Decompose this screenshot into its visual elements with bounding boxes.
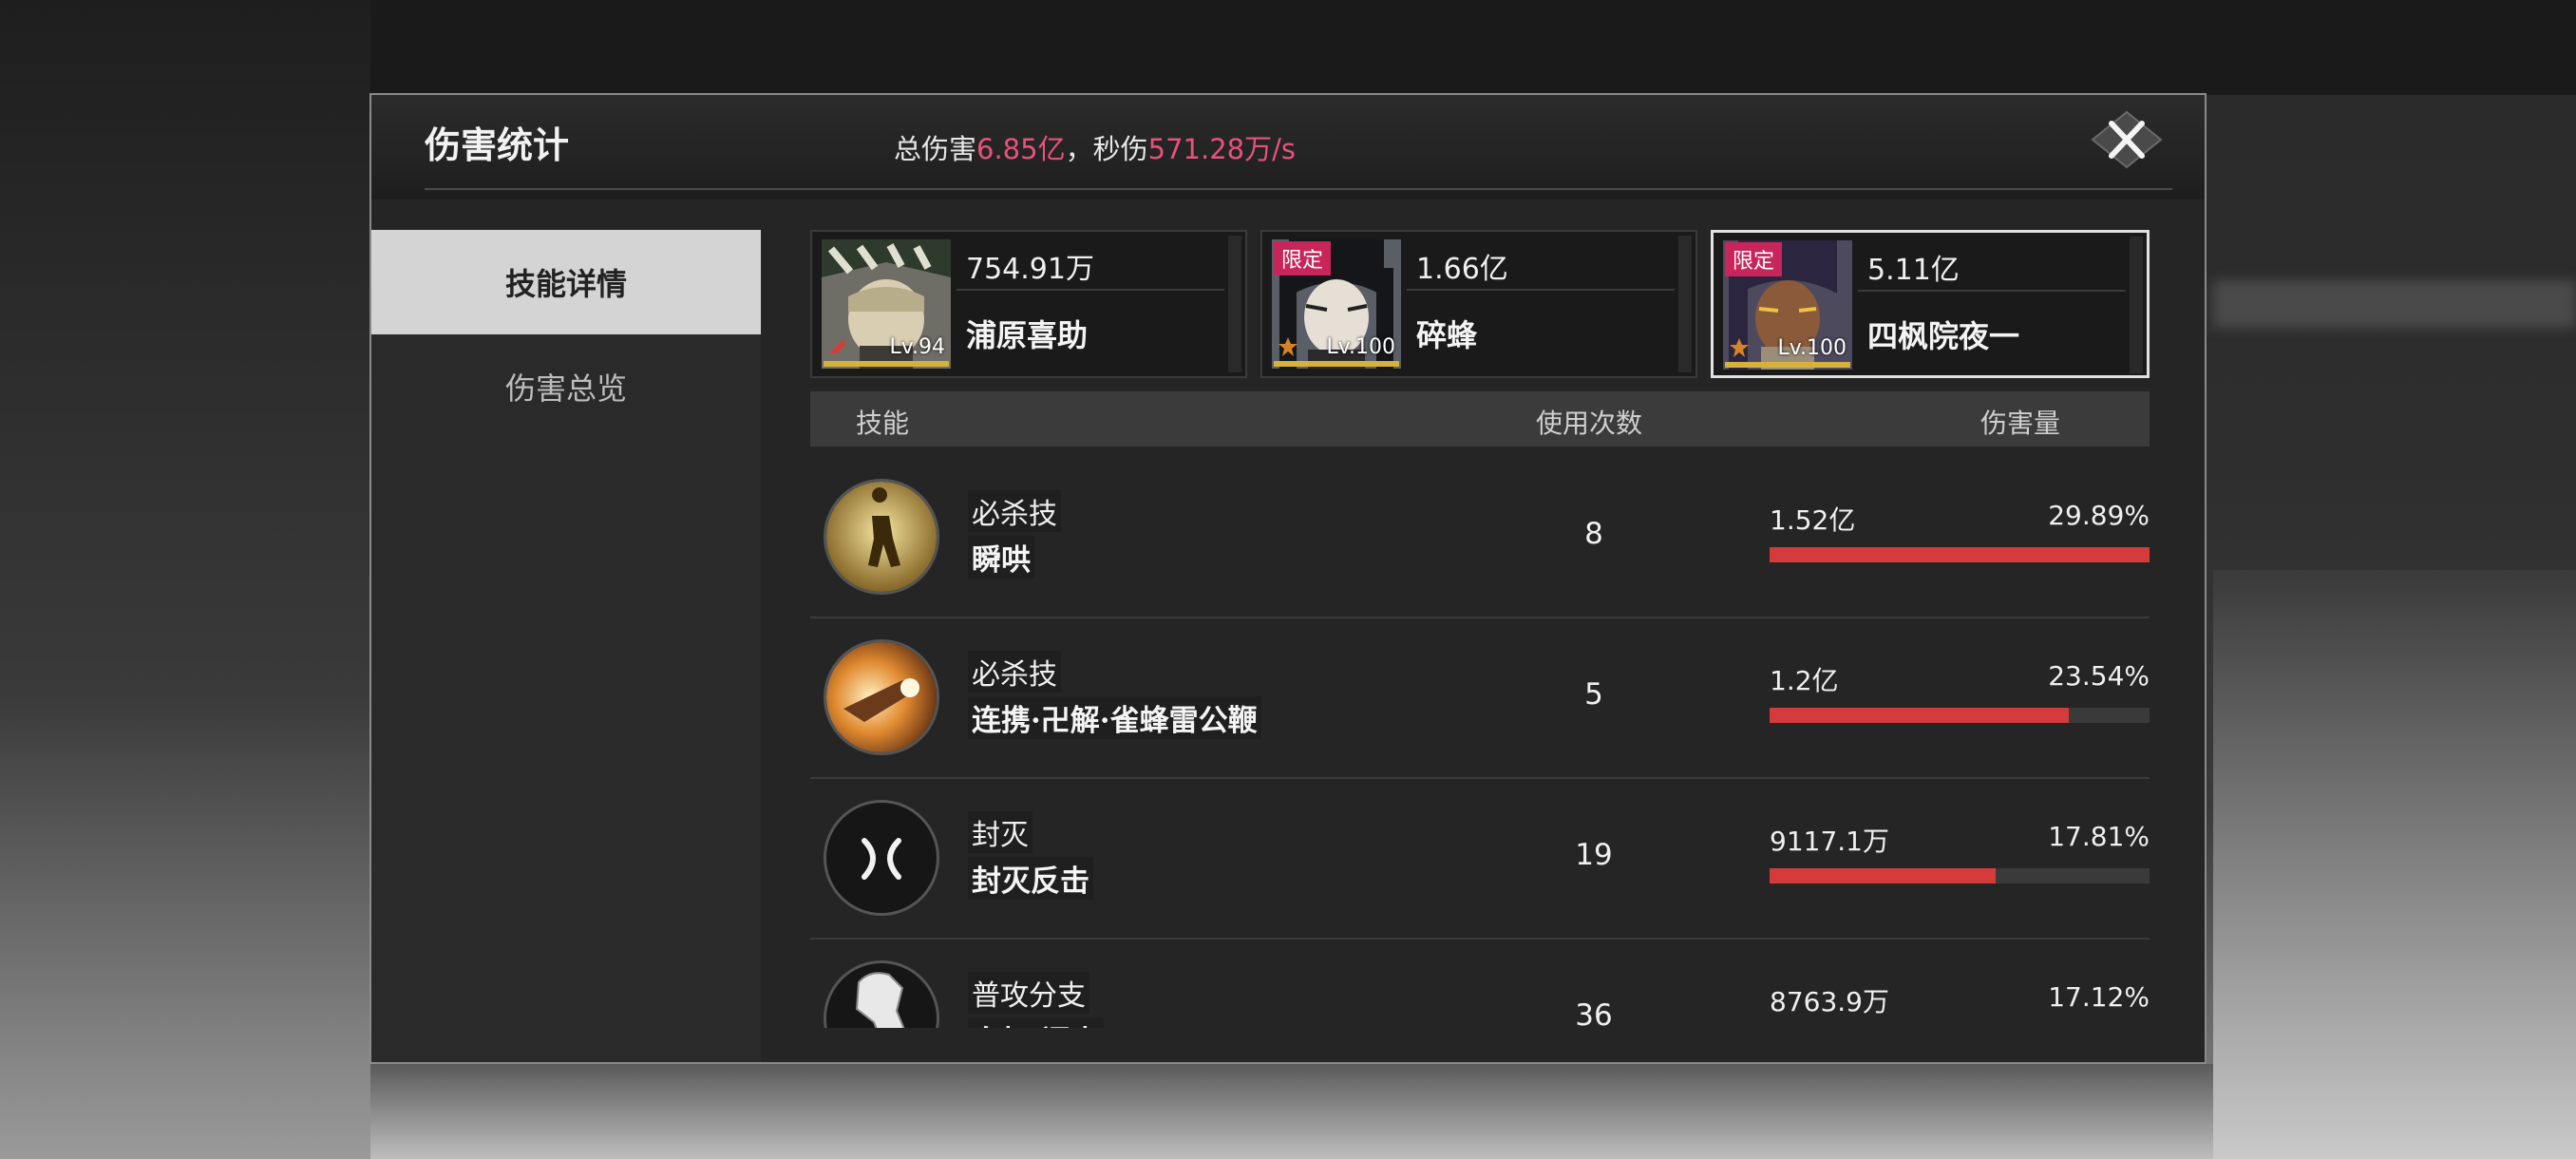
- card-scrollbar: [1228, 236, 1241, 372]
- tab-skill-details[interactable]: 技能详情: [371, 230, 761, 334]
- skill-row: 封灭 封灭反击 19 9117.1万 17.81%: [810, 779, 2150, 940]
- character-portrait: 限定 Lv.100: [1272, 239, 1401, 369]
- character-selector: Lv.94 754.91万 浦原喜助 限定 Lv.100 1.66亿 碎蜂 限定…: [810, 230, 2150, 378]
- character-name: 四枫院夜一: [1867, 318, 2020, 354]
- total-damage-value: 6.85亿: [976, 133, 1066, 165]
- skill-name: 封灭反击: [968, 857, 1093, 900]
- character-card[interactable]: Lv.94 754.91万 浦原喜助: [810, 230, 1247, 378]
- damage-bar: [1770, 868, 2150, 884]
- damage-summary: 总伤害6.85亿，秒伤571.28万/s: [894, 127, 1296, 167]
- damage-bar-fill: [1770, 868, 1997, 884]
- skill-row: 普攻分支 白打·闪击 36 8763.9万 17.12%: [810, 940, 2150, 1028]
- character-damage: 1.66亿: [1407, 232, 1675, 291]
- dps-label: 秒伤: [1092, 133, 1148, 165]
- skill-type: 必杀技: [968, 651, 1061, 693]
- damage-bar: [1770, 547, 2150, 562]
- skill-name: 白打·闪击: [968, 1017, 1104, 1028]
- skill-row: 必杀技 连携·卍解·雀蜂雷公鞭 5 1.2亿 23.54%: [810, 618, 2150, 779]
- dps-value: 571.28万/s: [1147, 133, 1296, 165]
- character-name: 碎蜂: [1416, 317, 1478, 353]
- damage-bar: [1770, 708, 2150, 723]
- skill-type: 必杀技: [968, 490, 1061, 532]
- skill-name: 瞬哄: [968, 536, 1034, 579]
- damage-value: 9117.1万: [1770, 826, 1889, 857]
- limited-badge: 限定: [1274, 241, 1332, 276]
- use-count: 8: [1584, 517, 1603, 551]
- character-level: Lv.100: [1326, 335, 1395, 359]
- damage-value: 1.52亿: [1770, 504, 1856, 536]
- character-name: 浦原喜助: [966, 317, 1089, 353]
- damage-bar-fill: [1770, 708, 2070, 723]
- use-count: 5: [1584, 677, 1603, 712]
- sidebar: 技能详情 伤害总览: [371, 230, 761, 1062]
- damage-bar-fill: [1770, 547, 2150, 562]
- card-scrollbar: [2130, 237, 2143, 373]
- close-button[interactable]: [2089, 108, 2165, 171]
- use-count: 36: [1575, 998, 1613, 1028]
- damage-percent: 23.54%: [2048, 660, 2150, 692]
- header-use-count: 使用次数: [1536, 408, 1643, 439]
- limited-badge: 限定: [1725, 242, 1783, 276]
- dialog-title: 伤害统计: [425, 124, 570, 166]
- damage-value: 1.2亿: [1770, 665, 1839, 696]
- character-damage: 754.91万: [957, 232, 1224, 291]
- element-icon: [1279, 337, 1297, 356]
- card-scrollbar: [1678, 236, 1692, 372]
- character-level: Lv.100: [1777, 336, 1847, 360]
- skill-name: 连携·卍解·雀蜂雷公鞭: [968, 696, 1261, 739]
- total-damage-label: 总伤害: [894, 133, 977, 165]
- skill-icon-wrapper: [824, 639, 939, 755]
- skill-list[interactable]: 必杀技 瞬哄 8 1.52亿 29.89% 必杀技 连携·卍解·雀蜂雷公鞭 5 …: [810, 458, 2150, 1028]
- damage-percent: 29.89%: [2048, 500, 2150, 531]
- skill-table-header: 技能 使用次数 伤害量: [810, 391, 2150, 446]
- use-count: 19: [1575, 838, 1613, 872]
- skill-type: 封灭: [968, 811, 1032, 853]
- skill-row: 必杀技 瞬哄 8 1.52亿 29.89%: [810, 458, 2150, 618]
- element-icon: [1730, 338, 1749, 357]
- seal-counter-icon: [826, 803, 937, 913]
- character-portrait: Lv.94: [822, 239, 951, 369]
- skill-icon-wrapper: [824, 960, 939, 1028]
- header-divider: [425, 188, 2172, 190]
- ultimate-silhouette-icon: [826, 482, 937, 592]
- damage-percent: 17.81%: [2048, 821, 2150, 852]
- character-damage: 5.11亿: [1858, 233, 2126, 292]
- character-level: Lv.94: [889, 335, 945, 359]
- character-portrait: 限定 Lv.100: [1723, 240, 1852, 370]
- damage-value: 8763.9万: [1770, 986, 1889, 1017]
- element-icon: [829, 338, 846, 355]
- damage-stats-dialog: 伤害统计 总伤害6.85亿，秒伤571.28万/s 技能详情 伤害总览 Lv.9…: [369, 93, 2207, 1064]
- character-card-selected[interactable]: 限定 Lv.100 5.11亿 四枫院夜一: [1711, 230, 2150, 378]
- header-damage: 伤害量: [1980, 408, 2061, 439]
- damage-percent: 17.12%: [2048, 981, 2150, 1013]
- summary-separator: ，: [1065, 133, 1093, 165]
- dialog-header: 伤害统计 总伤害6.85亿，秒伤571.28万/s: [371, 95, 2205, 200]
- skill-icon-wrapper: [824, 479, 939, 595]
- bankai-cannon-icon: [826, 642, 937, 752]
- fist-icon: [826, 963, 937, 1028]
- character-card[interactable]: 限定 Lv.100 1.66亿 碎蜂: [1260, 230, 1697, 378]
- tab-damage-overview[interactable]: 伤害总览: [371, 334, 761, 439]
- main-content: Lv.94 754.91万 浦原喜助 限定 Lv.100 1.66亿 碎蜂 限定…: [810, 230, 2150, 1062]
- close-icon: [2091, 110, 2163, 169]
- skill-type: 普攻分支: [968, 972, 1089, 1014]
- header-skill: 技能: [856, 408, 910, 439]
- skill-icon-wrapper: [824, 800, 939, 916]
